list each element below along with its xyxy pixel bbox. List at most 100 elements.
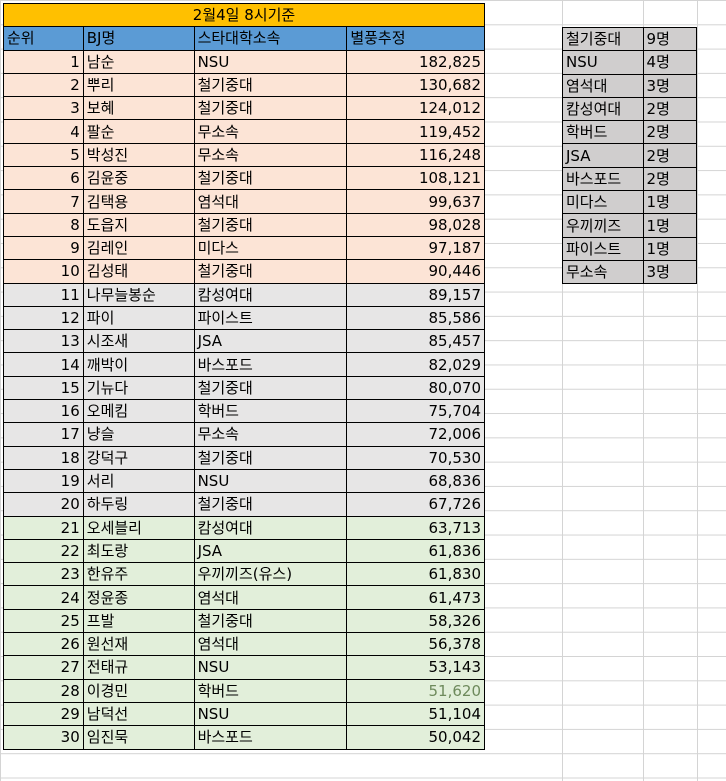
summary-count-cell[interactable]: 1명 [642,236,698,261]
summary-count-cell[interactable]: 2명 [642,166,698,192]
school-cell[interactable]: 철기중대 [193,212,348,237]
summary-count-cell[interactable]: 3명 [642,259,698,285]
value-cell[interactable]: 99,637 [346,189,485,214]
summary-school-cell[interactable]: 무소속 [562,259,644,285]
value-cell[interactable]: 70,530 [346,445,485,470]
value-cell[interactable]: 51,620 [346,678,485,703]
value-cell[interactable]: 116,248 [346,142,485,168]
value-cell[interactable]: 85,586 [346,305,485,331]
name-cell[interactable]: 한유주 [82,562,195,587]
school-cell[interactable]: 캄성여대 [193,282,348,307]
value-cell[interactable]: 72,006 [346,422,485,447]
value-cell[interactable]: 53,143 [346,655,485,680]
value-cell[interactable]: 130,682 [346,72,485,98]
rank-cell[interactable]: 28 [3,678,84,703]
rank-cell[interactable]: 1 [3,49,84,74]
school-cell[interactable]: 철기중대 [193,259,348,284]
name-cell[interactable]: 임진묵 [82,725,195,750]
school-cell[interactable]: NSU [193,49,348,74]
value-cell[interactable]: 80,070 [346,375,485,401]
header-cell-rank[interactable]: 순위 [3,26,84,51]
value-cell[interactable]: 119,452 [346,119,485,144]
name-cell[interactable]: 김성태 [82,259,195,284]
value-cell[interactable]: 61,473 [346,585,485,610]
value-cell[interactable]: 58,326 [346,608,485,634]
name-cell[interactable]: 오세블리 [82,515,195,540]
rank-cell[interactable]: 20 [3,492,84,517]
school-cell[interactable]: NSU [193,701,348,727]
school-cell[interactable]: 무소속 [193,142,348,168]
rank-cell[interactable]: 11 [3,282,84,307]
name-cell[interactable]: 프발 [82,608,195,634]
name-cell[interactable]: 남순 [82,49,195,74]
rank-cell[interactable]: 7 [3,189,84,214]
value-cell[interactable]: 90,446 [346,259,485,284]
name-cell[interactable]: 뿌리 [82,72,195,98]
summary-count-cell[interactable]: 2명 [642,96,698,122]
name-cell[interactable]: 이경민 [82,678,195,703]
school-cell[interactable]: NSU [193,468,348,494]
summary-school-cell[interactable]: 학버드 [562,120,644,145]
value-cell[interactable]: 97,187 [346,235,485,261]
name-cell[interactable]: 정윤종 [82,585,195,610]
name-cell[interactable]: 강덕구 [82,445,195,470]
value-cell[interactable]: 50,042 [346,725,485,750]
value-cell[interactable]: 82,029 [346,352,485,377]
summary-count-cell[interactable]: 2명 [642,143,698,168]
value-cell[interactable]: 182,825 [346,49,485,74]
school-cell[interactable]: 철기중대 [193,72,348,98]
summary-school-cell[interactable]: NSU [562,50,644,75]
name-cell[interactable]: 기뉴다 [82,375,195,401]
value-cell[interactable]: 68,836 [346,468,485,494]
summary-school-cell[interactable]: 바스포드 [562,166,644,192]
school-cell[interactable]: 무소속 [193,422,348,447]
rank-cell[interactable]: 10 [3,259,84,284]
rank-cell[interactable]: 23 [3,562,84,587]
rank-cell[interactable]: 29 [3,701,84,727]
school-cell[interactable]: 학버드 [193,678,348,703]
name-cell[interactable]: 김윤중 [82,166,195,191]
header-cell-school[interactable]: 스타대학소속 [193,26,348,51]
rank-cell[interactable]: 9 [3,235,84,261]
summary-school-cell[interactable]: 철기중대 [562,26,644,52]
school-cell[interactable]: 우끼끼즈(유스) [193,562,348,587]
name-cell[interactable]: 시조새 [82,329,195,354]
summary-school-cell[interactable]: 파이스트 [562,236,644,261]
rank-cell[interactable]: 13 [3,329,84,354]
value-cell[interactable]: 85,457 [346,329,485,354]
value-cell[interactable]: 61,830 [346,562,485,587]
rank-cell[interactable]: 2 [3,72,84,98]
name-cell[interactable]: 박성진 [82,142,195,168]
name-cell[interactable]: 나무늘봉순 [82,282,195,307]
rank-cell[interactable]: 8 [3,212,84,237]
name-cell[interactable]: 하두링 [82,492,195,517]
summary-count-cell[interactable]: 2명 [642,120,698,145]
rank-cell[interactable]: 3 [3,96,84,121]
summary-count-cell[interactable]: 1명 [642,190,698,215]
name-cell[interactable]: 오메킴 [82,399,195,424]
school-cell[interactable]: 무소속 [193,119,348,144]
school-cell[interactable]: 학버드 [193,399,348,424]
summary-count-cell[interactable]: 3명 [642,73,698,98]
summary-school-cell[interactable]: 염석대 [562,73,644,98]
summary-school-cell[interactable]: 캄성여대 [562,96,644,122]
school-cell[interactable]: 염석대 [193,189,348,214]
name-cell[interactable]: 전태규 [82,655,195,680]
rank-cell[interactable]: 19 [3,468,84,494]
rank-cell[interactable]: 21 [3,515,84,540]
name-cell[interactable]: 최도랑 [82,538,195,564]
school-cell[interactable]: 캄성여대 [193,515,348,540]
name-cell[interactable]: 김레인 [82,235,195,261]
value-cell[interactable]: 51,104 [346,701,485,727]
summary-school-cell[interactable]: 우끼끼즈 [562,213,644,238]
rank-cell[interactable]: 22 [3,538,84,564]
header-cell-value[interactable]: 별풍추정 [346,26,485,51]
school-cell[interactable]: 염석대 [193,632,348,657]
rank-cell[interactable]: 16 [3,399,84,424]
rank-cell[interactable]: 6 [3,166,84,191]
school-cell[interactable]: 철기중대 [193,608,348,634]
rank-cell[interactable]: 18 [3,445,84,470]
school-cell[interactable]: JSA [193,538,348,564]
name-cell[interactable]: 서리 [82,468,195,494]
summary-count-cell[interactable]: 4명 [642,50,698,75]
